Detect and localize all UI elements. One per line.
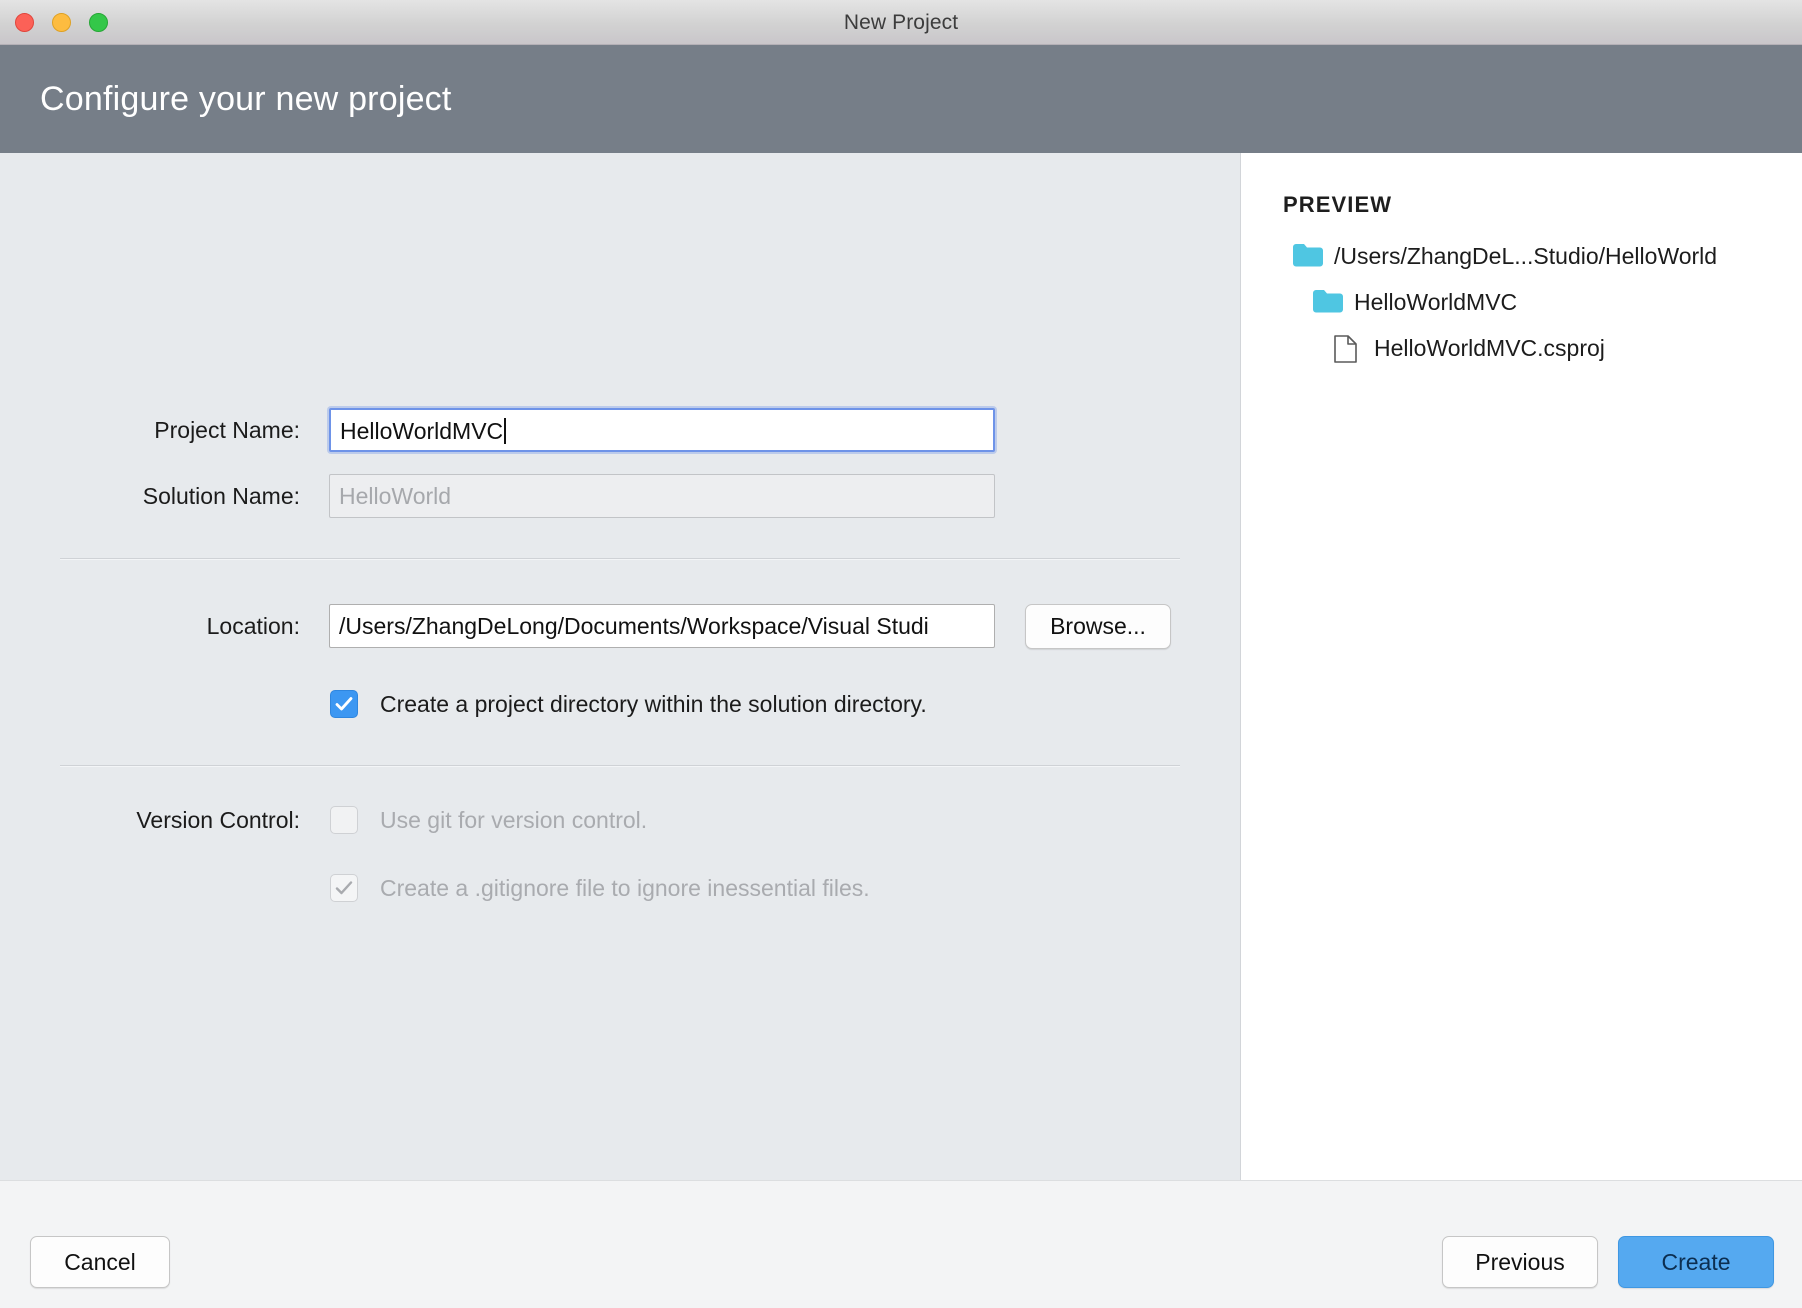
preview-tree-label-2: HelloWorldMVC.csproj [1374, 335, 1605, 361]
previous-button[interactable]: Previous [1442, 1236, 1598, 1288]
use-git-label: Use git for version control. [380, 807, 648, 833]
create-project-directory-checkbox[interactable] [330, 690, 358, 718]
solution-name-input[interactable]: HelloWorld [329, 474, 995, 518]
file-icon [1332, 334, 1364, 363]
solution-name-placeholder: HelloWorld [339, 483, 452, 509]
configuration-pane [0, 153, 1241, 1180]
browse-button[interactable]: Browse... [1025, 604, 1171, 649]
section-divider-1 [60, 558, 1180, 560]
project-name-value: HelloWorldMVC [340, 418, 504, 444]
checkmark-icon [335, 881, 353, 895]
section-divider-2 [60, 765, 1180, 767]
preview-tree-label-0: /Users/ZhangDeL...Studio/HelloWorld [1334, 243, 1718, 269]
preview-heading: PREVIEW [1283, 192, 1393, 217]
location-value: /Users/ZhangDeLong/Documents/Workspace/V… [339, 613, 929, 639]
dialog-footer: Cancel Previous Create [0, 1180, 1802, 1308]
preview-tree-label-1: HelloWorldMVC [1354, 289, 1518, 315]
location-input[interactable]: /Users/ZhangDeLong/Documents/Workspace/V… [329, 604, 995, 648]
window-title: New Project [843, 11, 959, 34]
create-button[interactable]: Create [1618, 1236, 1774, 1288]
gitignore-label: Create a .gitignore file to ignore iness… [380, 875, 870, 901]
folder-icon [1312, 288, 1344, 316]
gitignore-checkbox[interactable] [330, 874, 358, 902]
text-caret [504, 418, 507, 444]
location-label: Location: [206, 613, 300, 639]
location-row: Location: /Users/ZhangDeLong/Documents/W… [0, 600, 1241, 652]
project-name-label: Project Name: [154, 417, 300, 443]
use-git-checkbox[interactable] [330, 806, 358, 834]
folder-icon [1292, 242, 1324, 270]
title-bar: New Project [0, 0, 1802, 45]
checkmark-icon [335, 697, 353, 711]
solution-name-row: Solution Name: HelloWorld [0, 470, 1241, 522]
cancel-button[interactable]: Cancel [30, 1236, 170, 1288]
header-banner: Configure your new project [0, 45, 1802, 153]
new-project-dialog: New Project Configure your new project P… [0, 0, 1802, 1308]
project-name-input[interactable]: HelloWorldMVC [329, 408, 995, 452]
page-title: Configure your new project [40, 80, 452, 118]
version-control-label: Version Control: [136, 807, 300, 833]
project-name-row: Project Name: HelloWorldMVC [0, 404, 1241, 456]
create-project-directory-label: Create a project directory within the so… [380, 691, 927, 717]
solution-name-label: Solution Name: [142, 483, 300, 509]
